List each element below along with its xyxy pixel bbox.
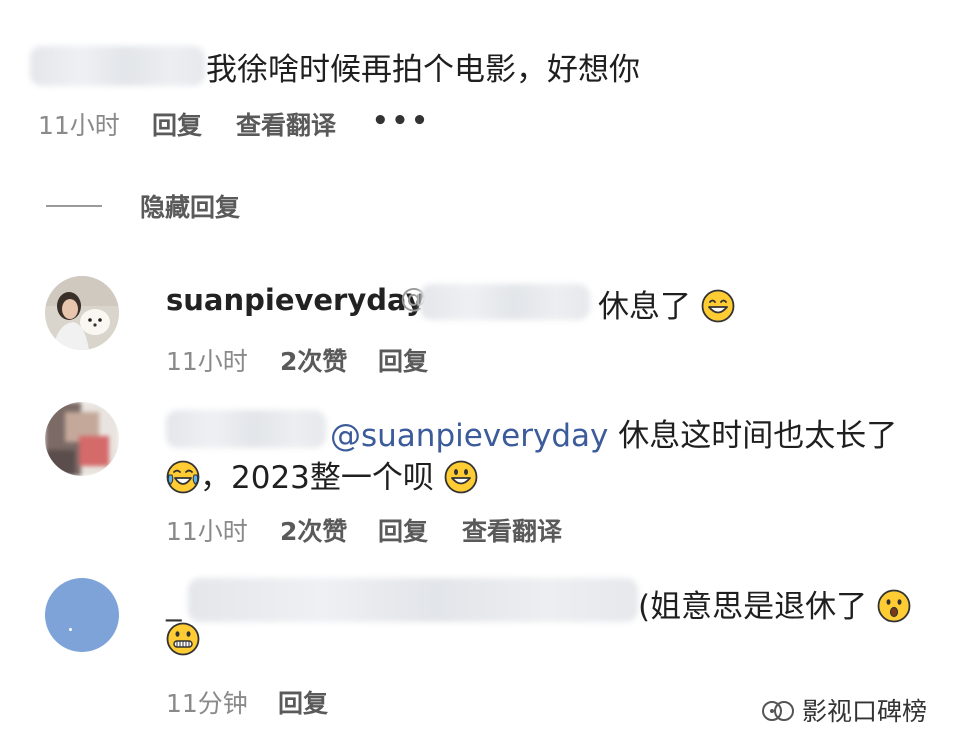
face-with-tears-of-joy-icon xyxy=(166,460,200,502)
blurred-mention xyxy=(420,284,590,320)
reply-button[interactable]: 回复 xyxy=(378,512,428,548)
avatar-blurred-icon xyxy=(45,402,119,476)
grinning-face-icon xyxy=(444,460,478,502)
mention-link[interactable]: @suanpieveryday xyxy=(330,418,608,454)
avatar[interactable] xyxy=(45,578,119,652)
likes-count[interactable]: 2次赞 xyxy=(280,342,347,378)
username-prefix: _ xyxy=(166,586,182,622)
avatar[interactable] xyxy=(45,276,119,350)
more-options-icon[interactable]: ••• xyxy=(372,106,431,136)
blurred-username xyxy=(166,410,326,448)
avatar-photo-icon xyxy=(45,276,119,350)
divider-line xyxy=(46,205,102,207)
reply-time: 11分钟 xyxy=(166,689,248,718)
reply-button[interactable]: 回复 xyxy=(152,106,202,142)
wechat-official-account-icon xyxy=(760,696,796,728)
avatar-dot xyxy=(69,628,72,631)
hide-replies-toggle[interactable]: 隐藏回复 xyxy=(46,186,306,226)
reply-text: (姐意思是退休了 xyxy=(638,581,911,631)
comment-time: 11小时 xyxy=(38,111,120,140)
watermark: 影视口碑榜 xyxy=(760,692,950,728)
avatar[interactable] xyxy=(45,402,119,476)
translate-button[interactable]: 查看翻译 xyxy=(236,106,336,142)
reply-time: 11小时 xyxy=(166,517,248,546)
hide-replies-label: 隐藏回复 xyxy=(140,193,241,222)
reply-button[interactable]: 回复 xyxy=(378,342,428,378)
blurred-username xyxy=(188,578,638,622)
comment-1: 我徐啥时候再拍个电影，好想你 11小时 回复 查看翻译 ••• xyxy=(0,0,960,150)
reply-text-line-2: ，2023整一个呗 xyxy=(166,452,478,502)
hushed-face-icon xyxy=(877,589,911,631)
likes-count[interactable]: 2次赞 xyxy=(280,512,347,548)
grinning-face-with-smiling-eyes-icon xyxy=(701,289,735,331)
comment-text: 我徐啥时候再拍个电影，好想你 xyxy=(206,52,640,88)
blurred-username xyxy=(30,46,205,86)
watermark-text: 影视口碑榜 xyxy=(802,697,928,726)
zipper-mouth-face-icon xyxy=(166,622,200,660)
reply-text-line-1: @suanpieveryday 休息这时间也太长了 xyxy=(330,418,898,454)
reply-text: 休息了 xyxy=(598,281,735,331)
username[interactable]: suanpieveryday xyxy=(166,283,425,317)
reply-time: 11小时 xyxy=(166,347,248,376)
reply-button[interactable]: 回复 xyxy=(278,684,328,720)
reply-text-line-2 xyxy=(166,622,200,660)
translate-button[interactable]: 查看翻译 xyxy=(462,512,562,548)
